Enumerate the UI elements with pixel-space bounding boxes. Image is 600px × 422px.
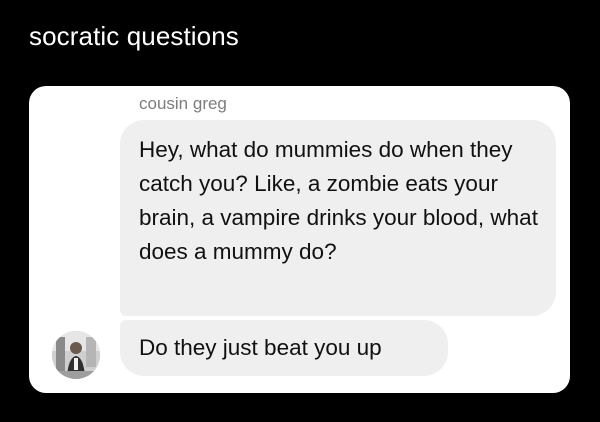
sender-name: cousin greg xyxy=(139,94,227,113)
message-bubble-2: Do they just beat you up xyxy=(120,320,448,376)
post-caption: socratic questions xyxy=(29,21,239,51)
chat-screenshot-card: cousin greg Hey, what do mummies do when… xyxy=(29,86,570,393)
message-bubble-1: Hey, what do mummies do when they catch … xyxy=(120,120,556,316)
sender-avatar-icon[interactable] xyxy=(52,331,100,379)
